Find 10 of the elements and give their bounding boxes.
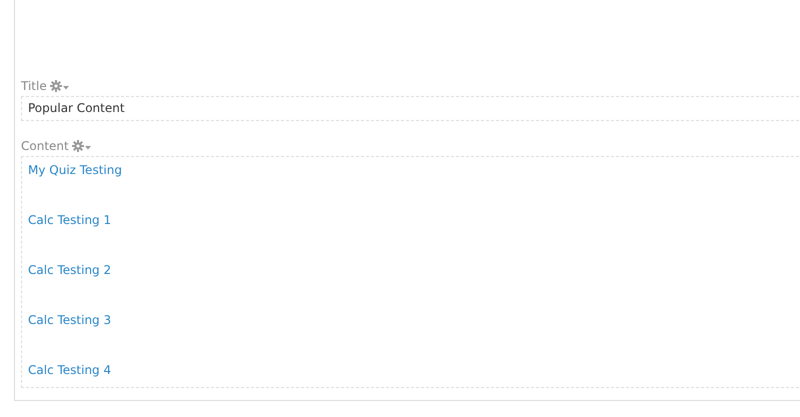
content-link[interactable]: Calc Testing 4 [28, 363, 112, 378]
content-link[interactable]: My Quiz Testing [28, 163, 122, 178]
field-label: Title [21, 79, 47, 93]
field-label: Content [21, 139, 69, 153]
content-link[interactable]: Calc Testing 1 [28, 213, 112, 228]
content-link[interactable]: Calc Testing 2 [28, 263, 112, 278]
title-field[interactable]: Popular Content [21, 96, 800, 121]
gear-icon[interactable] [50, 80, 71, 92]
content-link[interactable]: Calc Testing 3 [28, 313, 112, 328]
gear-icon[interactable] [72, 140, 93, 152]
